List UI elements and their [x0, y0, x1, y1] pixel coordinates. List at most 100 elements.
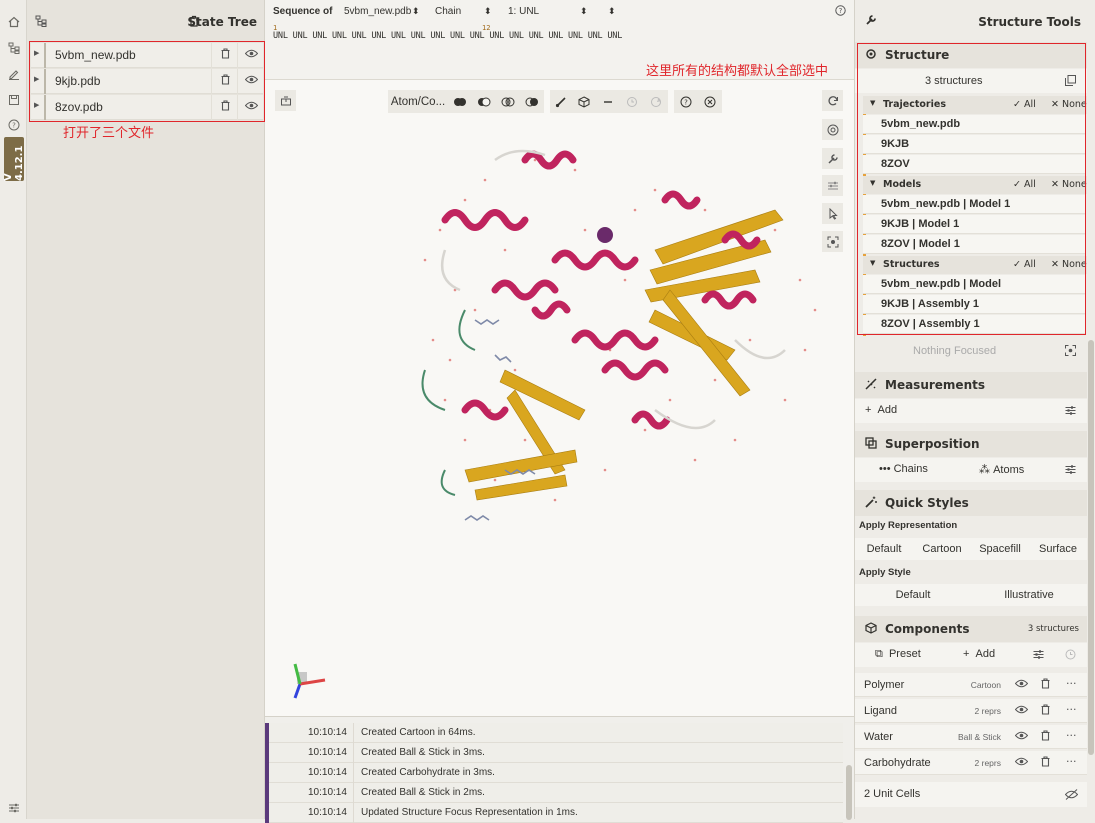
file-row-9kjb[interactable]: ▶ 9kjb.pdb	[31, 69, 263, 94]
subtract-icon[interactable]	[472, 90, 496, 113]
eye-icon[interactable]	[1015, 704, 1028, 715]
settings-sliders-icon[interactable]	[1065, 405, 1076, 416]
chains-button[interactable]: ••• Chains	[879, 463, 928, 475]
structure-section-header[interactable]: Structure	[855, 42, 1087, 68]
preset-button[interactable]: ⧉ Preset	[875, 648, 921, 661]
focus-target-icon[interactable]	[1065, 345, 1076, 356]
focus-target-icon[interactable]	[822, 231, 843, 252]
structure-item[interactable]: 9KJB | Assembly 1	[863, 295, 1085, 314]
style-illustrative-button[interactable]: Illustrative	[971, 584, 1087, 606]
model-item[interactable]: 5vbm_new.pdb | Model 1	[863, 195, 1085, 214]
set-icon[interactable]	[520, 90, 544, 113]
selection-mode-select[interactable]: Atom/Co...	[388, 90, 448, 113]
brush-icon[interactable]	[550, 90, 572, 113]
protein-structure-render[interactable]	[405, 140, 825, 560]
measurements-section-header[interactable]: Measurements	[855, 372, 1087, 398]
delete-icon[interactable]	[221, 100, 230, 111]
log-scrollbar[interactable]	[846, 765, 852, 820]
expand-arrow-icon[interactable]: ▶	[34, 101, 39, 109]
repr-default-button[interactable]: Default	[855, 538, 913, 560]
pointer-icon[interactable]	[822, 203, 843, 224]
redo-icon[interactable]	[644, 90, 668, 113]
expand-panel-icon[interactable]	[275, 90, 296, 111]
settings-sliders-icon[interactable]	[6, 800, 21, 815]
wrench-icon[interactable]	[822, 148, 843, 169]
more-options-icon[interactable]: ···	[1066, 677, 1077, 690]
help-icon[interactable]: ?	[6, 117, 21, 132]
help-icon[interactable]: ?	[835, 5, 846, 16]
undo-icon[interactable]	[620, 90, 644, 113]
component-row-ligand[interactable]: Ligand 2 reprs ···	[855, 699, 1087, 723]
sequence-residues[interactable]: UNL UNL UNL UNL UNL UNL UNL UNL UNL UNL …	[273, 31, 622, 41]
more-options-icon[interactable]: ···	[1066, 755, 1077, 768]
eye-icon[interactable]	[1015, 756, 1028, 767]
add-component-button[interactable]: + Add	[963, 648, 995, 660]
component-row-water[interactable]: Water Ball & Stick ···	[855, 725, 1087, 749]
settings-sliders-icon[interactable]	[1065, 464, 1076, 475]
model-item[interactable]: 9KJB | Model 1	[863, 215, 1085, 234]
intersect-icon[interactable]	[496, 90, 520, 113]
eye-icon[interactable]	[1015, 678, 1028, 689]
select-none-button[interactable]: ✕ None	[1051, 99, 1087, 110]
style-default-button[interactable]: Default	[855, 584, 971, 606]
more-options-icon[interactable]: ···	[1066, 729, 1077, 742]
delete-icon[interactable]	[1041, 730, 1050, 741]
help-icon[interactable]: ?	[674, 90, 698, 113]
atoms-button[interactable]: ⁂ Atoms	[979, 463, 1024, 476]
copy-icon[interactable]	[1065, 75, 1076, 86]
trajectory-item[interactable]: 9KJB	[863, 135, 1085, 154]
screenshot-icon[interactable]	[822, 119, 843, 140]
chain-select[interactable]: Chain	[435, 6, 461, 17]
delete-icon[interactable]	[1041, 678, 1050, 689]
unit-cells-row[interactable]: 2 Unit Cells	[855, 782, 1087, 807]
structure-count-row[interactable]: 3 structures	[855, 69, 1087, 93]
repr-cartoon-button[interactable]: Cartoon	[913, 538, 971, 560]
add-measurement-button[interactable]: + Add	[865, 404, 897, 416]
delete-icon[interactable]	[1041, 756, 1050, 767]
delete-icon[interactable]	[221, 48, 230, 59]
component-row-polymer[interactable]: Polymer Cartoon ···	[855, 673, 1087, 697]
eye-icon[interactable]	[245, 48, 258, 59]
components-section-header[interactable]: Components 3 structures	[855, 616, 1087, 642]
home-icon[interactable]	[6, 14, 21, 29]
superposition-section-header[interactable]: Superposition	[855, 431, 1087, 457]
more-options-icon[interactable]: ···	[1066, 703, 1077, 716]
close-icon[interactable]	[698, 90, 722, 113]
repr-surface-button[interactable]: Surface	[1029, 538, 1087, 560]
model-item[interactable]: 8ZOV | Model 1	[863, 235, 1085, 254]
cube-icon[interactable]	[572, 90, 596, 113]
delete-icon[interactable]	[221, 74, 230, 85]
entity-select[interactable]: 1: UNL	[508, 6, 539, 17]
3d-viewport[interactable]: Atom/Co... ?	[265, 80, 854, 716]
component-row-carbohydrate[interactable]: Carbohydrate 2 reprs ···	[855, 751, 1087, 775]
quick-styles-section-header[interactable]: Quick Styles	[855, 490, 1087, 516]
file-row-8zov[interactable]: ▶ 8zov.pdb	[31, 95, 263, 120]
eye-hidden-icon[interactable]	[1065, 789, 1078, 800]
file-row-5vbm[interactable]: ▶ 5vbm_new.pdb	[31, 43, 263, 68]
structure-select[interactable]: 5vbm_new.pdb	[344, 6, 411, 17]
structure-item[interactable]: 8ZOV | Assembly 1	[863, 315, 1085, 334]
state-tree-icon[interactable]	[6, 40, 21, 55]
select-all-button[interactable]: ✓ All	[1013, 179, 1036, 190]
trajectory-item[interactable]: 8ZOV	[863, 155, 1085, 174]
minus-icon[interactable]	[596, 90, 620, 113]
select-none-button[interactable]: ✕ None	[1051, 179, 1087, 190]
expand-arrow-icon[interactable]: ▶	[34, 49, 39, 57]
trajectory-item[interactable]: 5vbm_new.pdb	[863, 115, 1085, 134]
settings-sliders-icon[interactable]	[822, 175, 843, 196]
select-none-button[interactable]: ✕ None	[1051, 259, 1087, 270]
eye-icon[interactable]	[1015, 730, 1028, 741]
right-panel-scrollbar[interactable]	[1087, 0, 1095, 819]
repr-spacefill-button[interactable]: Spacefill	[971, 538, 1029, 560]
edit-icon[interactable]	[6, 66, 21, 81]
delete-icon[interactable]	[1041, 704, 1050, 715]
select-all-button[interactable]: ✓ All	[1013, 259, 1036, 270]
eye-icon[interactable]	[245, 74, 258, 85]
reset-camera-icon[interactable]	[822, 90, 843, 111]
union-icon[interactable]	[448, 90, 472, 113]
settings-sliders-icon[interactable]	[1033, 649, 1044, 660]
expand-arrow-icon[interactable]: ▶	[34, 75, 39, 83]
eye-icon[interactable]	[245, 100, 258, 111]
select-all-button[interactable]: ✓ All	[1013, 99, 1036, 110]
history-icon[interactable]	[1065, 649, 1076, 660]
